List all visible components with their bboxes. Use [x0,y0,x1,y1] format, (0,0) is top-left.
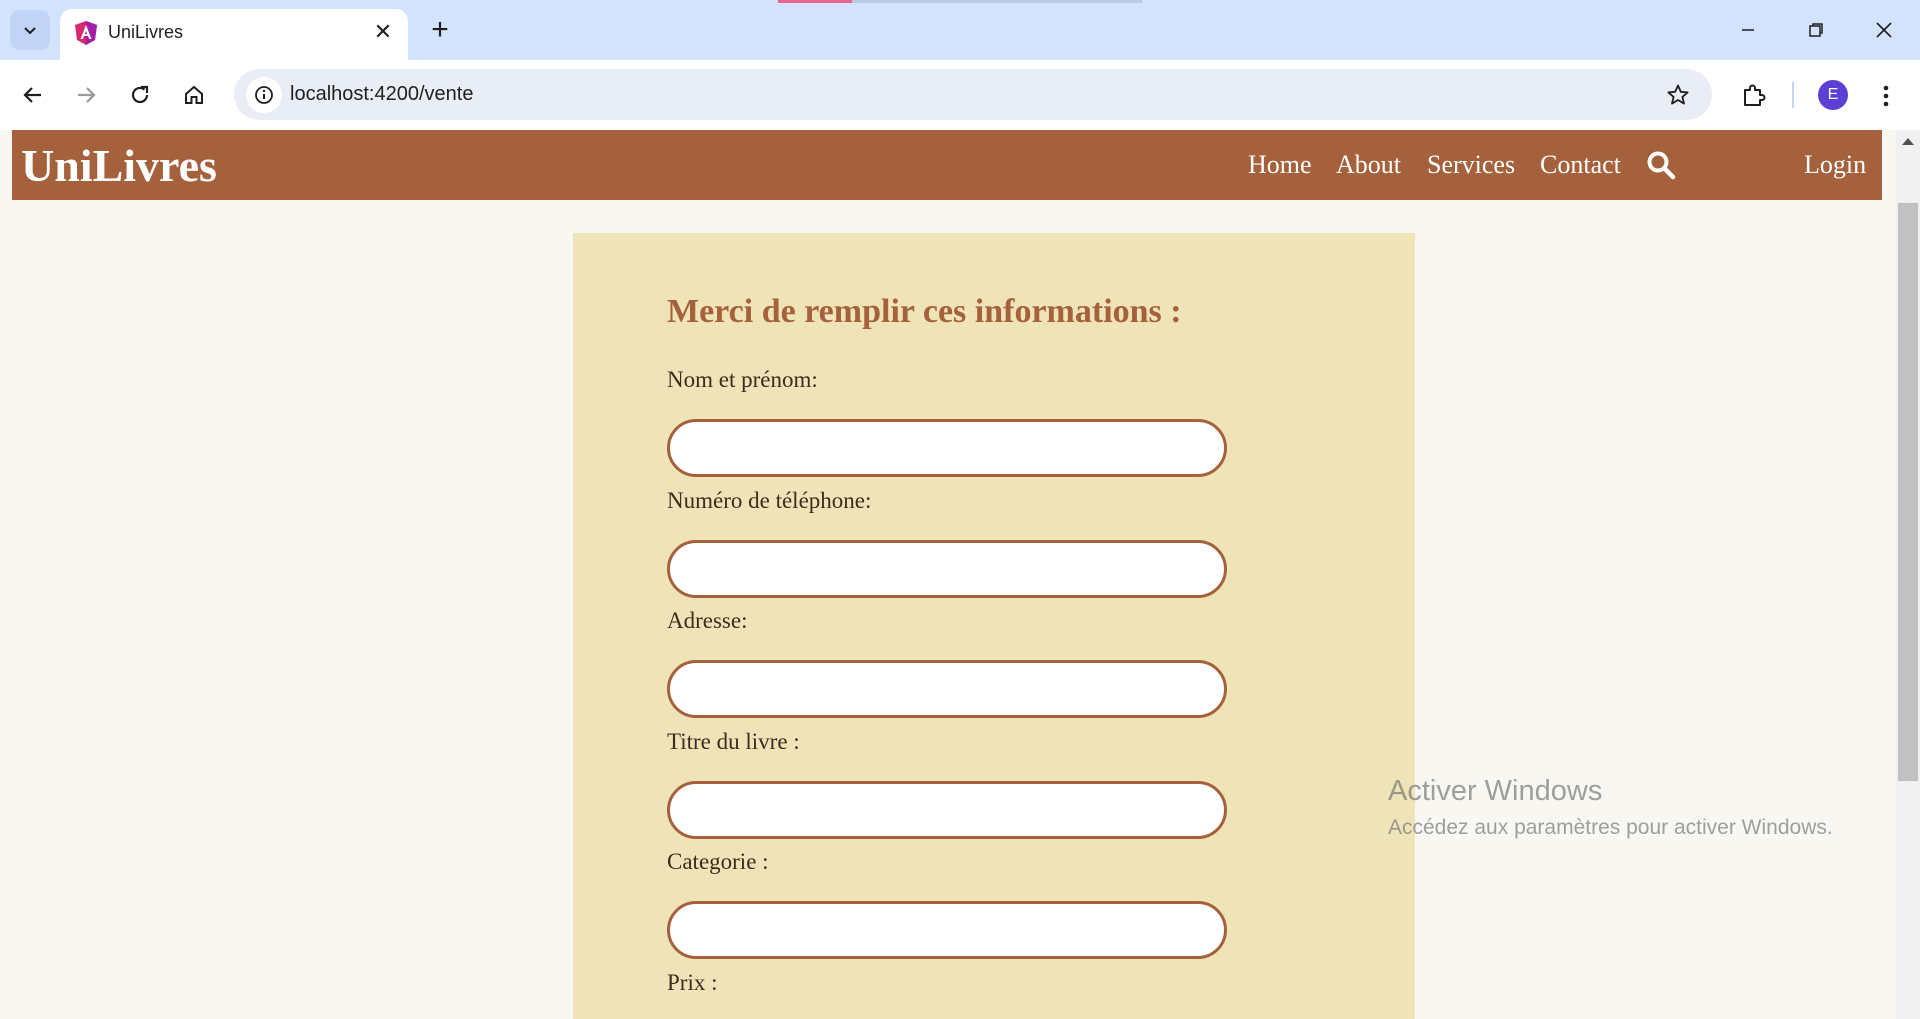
reload-button[interactable] [121,76,159,114]
nav-contact[interactable]: Contact [1540,150,1621,180]
scroll-up-arrow[interactable] [1902,138,1914,145]
arrow-right-icon [78,87,96,103]
minimize-button[interactable] [1720,10,1776,50]
field-label-price: Prix : [667,970,718,995]
address-bar[interactable]: localhost:4200/vente [234,69,1712,120]
url-text[interactable]: localhost:4200/vente [290,83,473,106]
sell-book-form: Merci de remplir ces informations : Nom … [573,233,1415,1019]
forward-button[interactable] [67,76,105,114]
info-icon [255,86,273,104]
more-vertical-icon [1883,85,1889,107]
nav-login[interactable]: Login [1804,150,1866,180]
reload-icon [131,85,149,104]
tab-title: UniLivres [108,22,184,42]
close-tab-icon[interactable]: ✕ [370,19,396,45]
extensions-button[interactable] [1734,77,1772,115]
new-tab-button[interactable]: + [424,13,456,46]
browser-tab-bar: UniLivres ✕ + [0,0,1920,60]
field-label-category: Categorie : [667,849,769,874]
puzzle-icon [1744,84,1766,106]
star-icon [1667,84,1689,105]
restore-button[interactable] [1788,10,1844,50]
arrow-left-icon [23,87,41,103]
page-viewport: UniLivres Home About Services Contact Lo… [0,130,1896,1019]
home-icon [185,85,203,104]
scrollbar-thumb[interactable] [1898,203,1918,781]
browser-tab[interactable]: UniLivres ✕ [60,9,408,60]
nav-about[interactable]: About [1336,150,1401,180]
windows-activation-watermark: Activer Windows Accédez aux paramètres p… [1388,775,1833,840]
profile-avatar[interactable]: E [1818,80,1848,110]
site-logo[interactable]: UniLivres [21,139,217,192]
close-icon [1876,22,1892,38]
browser-menu-button[interactable] [1870,77,1902,115]
watermark-subtitle: Accédez aux paramètres pour activer Wind… [1388,816,1833,839]
category-input[interactable] [667,901,1227,959]
watermark-title: Activer Windows [1388,775,1603,807]
home-button[interactable] [175,76,213,114]
phone-input[interactable] [667,540,1227,598]
form-title: Merci de remplir ces informations : [667,293,1182,330]
browser-toolbar: localhost:4200/vente E [0,60,1920,130]
site-info-button[interactable] [246,77,282,113]
restore-icon [1809,23,1823,37]
chevron-down-icon [24,27,36,35]
loading-track [852,0,1142,3]
name-input[interactable] [667,419,1227,477]
nav-home[interactable]: Home [1248,150,1312,180]
address-input[interactable] [667,660,1227,718]
bookmark-button[interactable] [1662,79,1694,111]
angular-logo-icon [75,21,97,45]
nav-services[interactable]: Services [1427,150,1515,180]
tab-search-button[interactable] [10,10,50,50]
close-window-button[interactable] [1856,10,1912,50]
toolbar-divider [1792,82,1794,108]
book-title-input[interactable] [667,781,1227,839]
field-label-name: Nom et prénom: [667,367,818,392]
search-icon[interactable] [1646,150,1676,180]
minimize-icon [1742,29,1754,31]
back-button[interactable] [14,76,52,114]
field-label-book-title: Titre du livre : [667,729,800,754]
loading-indicator [778,0,852,3]
site-header: UniLivres Home About Services Contact Lo… [12,130,1882,200]
field-label-phone: Numéro de téléphone: [667,488,872,513]
field-label-address: Adresse: [667,608,748,633]
